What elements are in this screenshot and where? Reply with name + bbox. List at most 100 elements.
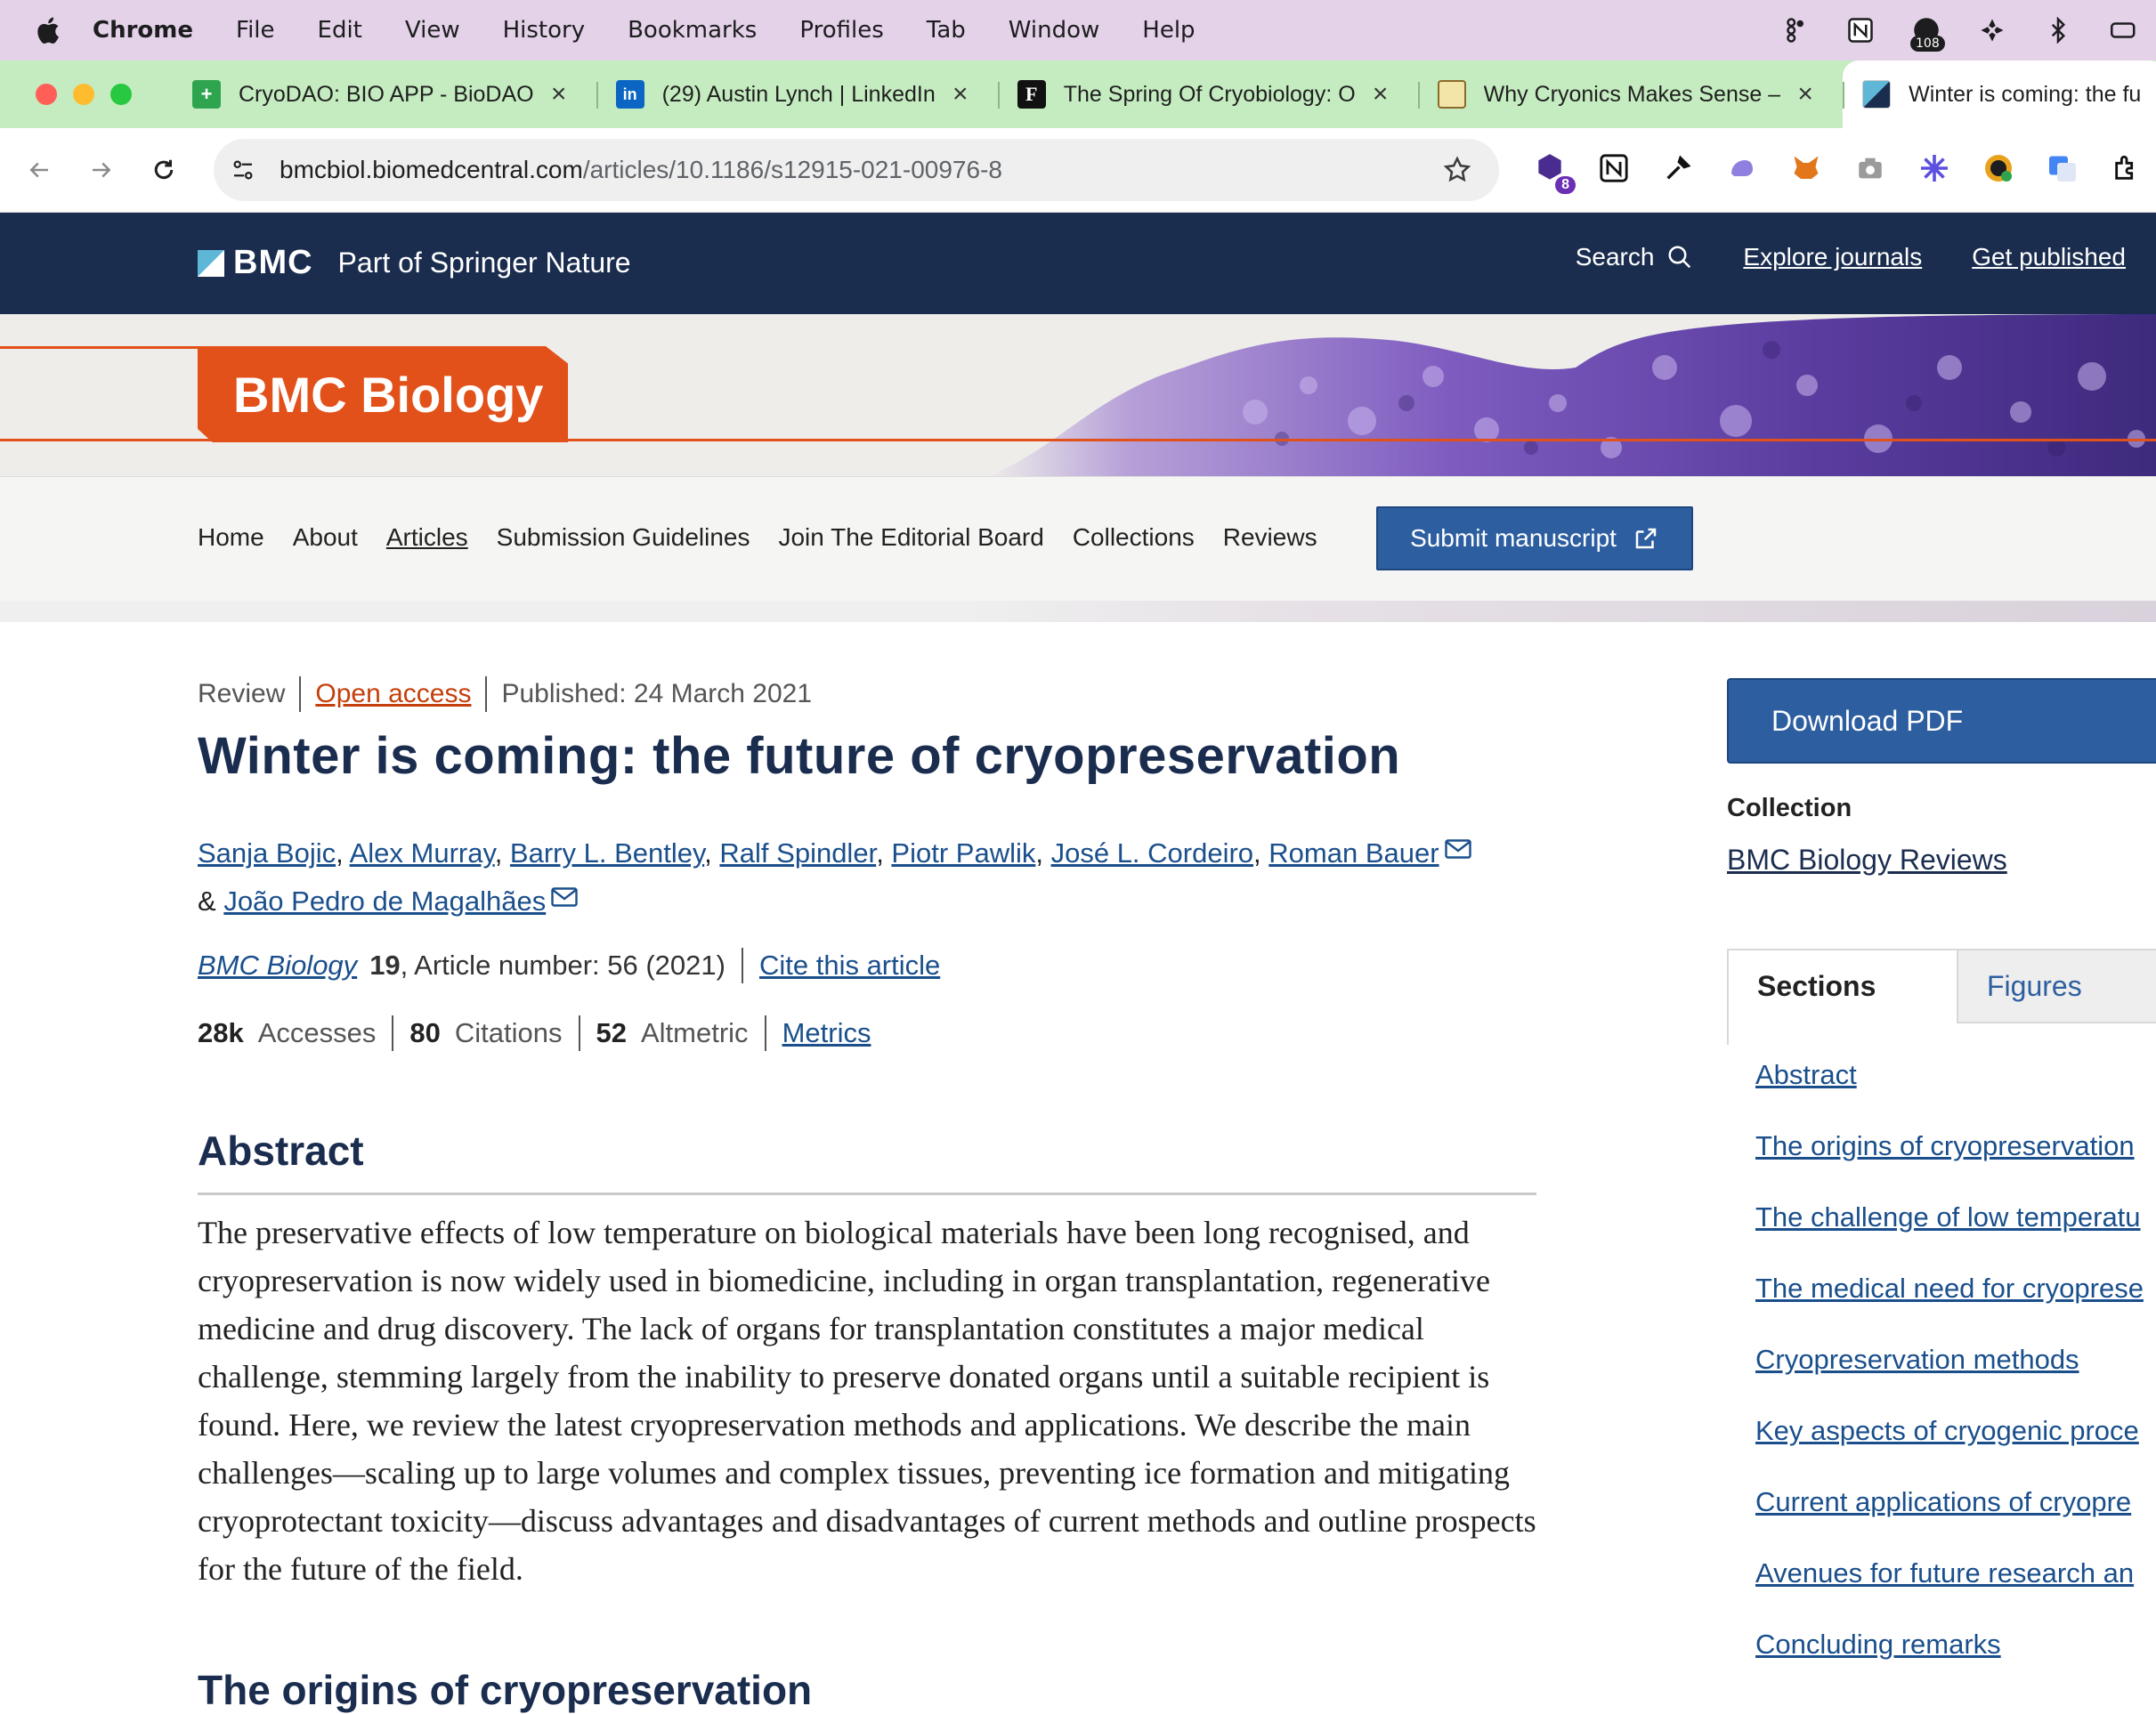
author-link[interactable]: Piotr Pawlik bbox=[891, 837, 1035, 869]
notion-icon[interactable] bbox=[1846, 16, 1875, 44]
nav-about[interactable]: About bbox=[293, 523, 358, 552]
author-link[interactable]: José L. Cordeiro bbox=[1051, 837, 1253, 869]
email-icon[interactable] bbox=[551, 887, 578, 907]
figma-icon[interactable] bbox=[1780, 16, 1809, 44]
toc-link[interactable]: Concluding remarks bbox=[1755, 1625, 2156, 1696]
author-link[interactable]: Ralf Spindler bbox=[719, 837, 876, 869]
menu-window[interactable]: Window bbox=[1009, 17, 1100, 44]
tab-close-icon[interactable]: × bbox=[948, 81, 973, 108]
sidebar-tabs: Sections Figures bbox=[1727, 949, 2156, 1023]
toc-link[interactable]: The medical need for cryopresе bbox=[1755, 1269, 2156, 1340]
site-info-icon[interactable] bbox=[228, 155, 258, 185]
cursor-tool-icon[interactable] bbox=[1978, 16, 2006, 44]
collection-link[interactable]: BMC Biology Reviews bbox=[1727, 844, 2007, 877]
author-link[interactable]: Barry L. Bentley bbox=[510, 837, 704, 869]
purple-hexagon-extension-icon[interactable]: 8 bbox=[1531, 150, 1576, 194]
cell-micrograph-image bbox=[988, 314, 2156, 476]
author-link[interactable]: Roman Bauer bbox=[1268, 837, 1439, 869]
menu-help[interactable]: Help bbox=[1142, 17, 1195, 44]
abstract-divider bbox=[198, 1193, 1536, 1195]
menu-edit[interactable]: Edit bbox=[318, 17, 362, 44]
download-pdf-button[interactable]: Download PDF bbox=[1727, 678, 2156, 764]
nav-articles[interactable]: Articles bbox=[386, 523, 468, 552]
camera-extension-icon[interactable] bbox=[1852, 150, 1889, 187]
minimize-window-icon[interactable] bbox=[73, 84, 94, 105]
get-published-link[interactable]: Get published bbox=[1972, 243, 2126, 271]
tab-figures[interactable]: Figures bbox=[1958, 949, 2156, 1023]
toc-link[interactable]: Avenues for future research an bbox=[1755, 1554, 2156, 1625]
citations-count: 80 bbox=[409, 1017, 441, 1048]
nav-home[interactable]: Home bbox=[198, 523, 264, 552]
f-letter-icon: F bbox=[1017, 80, 1046, 109]
author-link[interactable]: Sanja Bojic bbox=[198, 837, 336, 869]
tab-close-icon[interactable]: × bbox=[1793, 81, 1818, 108]
comic-icon bbox=[1437, 80, 1466, 109]
tab-close-icon[interactable]: × bbox=[1368, 81, 1393, 108]
metrics-link[interactable]: Metrics bbox=[782, 1017, 871, 1049]
battery-icon[interactable] bbox=[2110, 16, 2138, 44]
nav-reviews[interactable]: Reviews bbox=[1223, 523, 1317, 552]
menu-tab[interactable]: Tab bbox=[927, 17, 966, 44]
blob-extension-icon[interactable] bbox=[1723, 150, 1761, 187]
open-access-link[interactable]: Open access bbox=[315, 679, 471, 709]
notion-extension-icon[interactable] bbox=[1595, 150, 1633, 187]
tab-cryodao[interactable]: + CryoDAO: BIO APP - BioDAO × bbox=[173, 61, 596, 128]
external-upload-icon bbox=[1635, 528, 1657, 549]
coin-extension-icon[interactable] bbox=[1980, 150, 2017, 187]
green-plus-icon: + bbox=[192, 80, 221, 109]
tab-cryobiology[interactable]: F The Spring Of Cryobiology: O × bbox=[997, 61, 1418, 128]
forward-button[interactable] bbox=[84, 152, 119, 188]
nav-join-editorial-board[interactable]: Join The Editorial Board bbox=[778, 523, 1043, 552]
toc-link[interactable]: The origins of cryopreservation bbox=[1755, 1127, 2156, 1198]
bookmark-star-icon[interactable] bbox=[1442, 155, 1472, 185]
author-link[interactable]: João Pedro de Magalhães bbox=[223, 885, 546, 917]
tab-close-icon[interactable]: × bbox=[547, 81, 571, 108]
translate-extension-icon[interactable] bbox=[2044, 150, 2081, 187]
header-search-button[interactable]: Search bbox=[1576, 243, 1694, 271]
menubar-status-area: 108 bbox=[1780, 0, 2156, 61]
menu-bookmarks[interactable]: Bookmarks bbox=[628, 17, 757, 44]
eyedropper-extension-icon[interactable] bbox=[1659, 150, 1697, 187]
address-bar[interactable]: bmcbiol.biomedcentral.com/articles/10.11… bbox=[214, 139, 1499, 201]
author-link[interactable]: Alex Murray bbox=[350, 837, 495, 869]
journal-citation-link[interactable]: BMC Biology bbox=[198, 950, 357, 982]
apple-icon[interactable] bbox=[34, 15, 61, 45]
volume-number: 19 bbox=[369, 950, 401, 981]
tab-linkedin[interactable]: in (29) Austin Lynch | LinkedIn × bbox=[596, 61, 998, 128]
close-window-icon[interactable] bbox=[36, 84, 57, 105]
submit-manuscript-button[interactable]: Submit manuscript bbox=[1376, 506, 1693, 570]
nav-submission-guidelines[interactable]: Submission Guidelines bbox=[497, 523, 750, 552]
banner-accent-line bbox=[0, 346, 205, 349]
back-button[interactable] bbox=[21, 152, 57, 188]
maximize-window-icon[interactable] bbox=[110, 84, 132, 105]
bmc-logo-mark-icon bbox=[198, 249, 224, 277]
cite-this-article-link[interactable]: Cite this article bbox=[759, 950, 940, 982]
reload-button[interactable] bbox=[146, 152, 182, 188]
tab-sections[interactable]: Sections bbox=[1727, 949, 1958, 1023]
snowflake-extension-icon[interactable] bbox=[1916, 150, 1953, 187]
explore-journals-link[interactable]: Explore journals bbox=[1743, 243, 1922, 271]
notification-counter-icon[interactable]: 108 bbox=[1910, 16, 1945, 52]
tab-cryonics[interactable]: Why Cryonics Makes Sense – × bbox=[1417, 61, 1843, 128]
menubar-app-name[interactable]: Chrome bbox=[93, 17, 193, 44]
url-host: bmcbiol.biomedcentral.com bbox=[280, 156, 583, 183]
bluetooth-icon[interactable] bbox=[2044, 16, 2072, 44]
toc-link[interactable]: Key aspects of cryogenic proce bbox=[1755, 1411, 2156, 1483]
menu-history[interactable]: History bbox=[503, 17, 586, 44]
toc-link[interactable]: Current applications of cryopre bbox=[1755, 1483, 2156, 1554]
metamask-fox-icon[interactable] bbox=[1787, 150, 1825, 187]
menu-file[interactable]: File bbox=[236, 17, 275, 44]
meta-separator bbox=[485, 676, 488, 712]
toc-link[interactable]: Abstract bbox=[1755, 1055, 2156, 1127]
journal-name-badge[interactable]: BMC Biology bbox=[198, 346, 568, 442]
toc-link[interactable]: Cryopreservation methods bbox=[1755, 1340, 2156, 1411]
nav-collections[interactable]: Collections bbox=[1073, 523, 1195, 552]
bmc-logo-text: BMC bbox=[233, 244, 313, 281]
menu-view[interactable]: View bbox=[405, 17, 460, 44]
toc-link[interactable]: The challenge of low temperatu bbox=[1755, 1198, 2156, 1269]
bmc-logo[interactable]: BMC Part of Springer Nature bbox=[198, 244, 631, 282]
menu-profiles[interactable]: Profiles bbox=[799, 17, 883, 44]
email-icon[interactable] bbox=[1444, 839, 1471, 859]
puzzle-extensions-icon[interactable] bbox=[2108, 150, 2145, 187]
tab-winter-is-coming[interactable]: Winter is coming: the fu bbox=[1843, 61, 2156, 128]
